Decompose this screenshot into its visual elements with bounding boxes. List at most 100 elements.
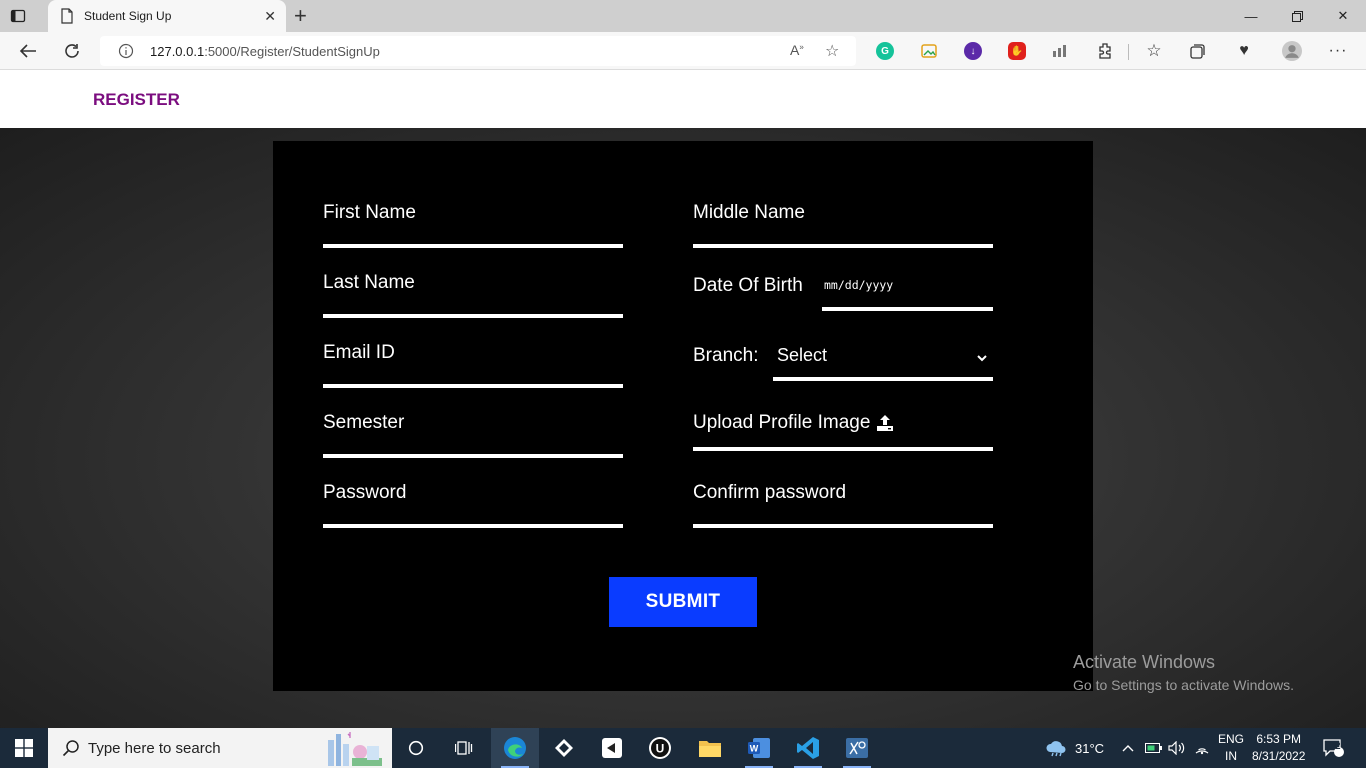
inkscape-icon[interactable] (540, 728, 588, 768)
password-field[interactable]: Password (323, 482, 623, 528)
watermark-subtitle: Go to Settings to activate Windows. (1073, 677, 1294, 693)
input-underline (773, 377, 993, 381)
unity-hub-icon[interactable] (588, 728, 636, 768)
minimize-icon[interactable]: — (1228, 0, 1274, 32)
weather-icon (1044, 737, 1068, 760)
input-underline (323, 454, 623, 458)
read-aloud-icon[interactable]: A» (790, 42, 804, 58)
show-hidden-icons[interactable] (1122, 728, 1134, 768)
svg-text:W: W (750, 744, 759, 754)
tab-actions-icon[interactable] (10, 8, 26, 24)
upload-label: Upload Profile Image (693, 412, 871, 433)
semester-label: Semester (323, 412, 405, 433)
vscode-icon[interactable] (784, 728, 832, 768)
toolbar-divider (1128, 44, 1129, 60)
close-window-icon[interactable]: ✕ (1320, 0, 1366, 32)
search-icon (62, 739, 80, 762)
region-code: IN (1225, 749, 1237, 763)
stats-extension-icon[interactable] (1051, 41, 1071, 61)
branch-select[interactable]: Select (773, 343, 993, 381)
weather-widget[interactable]: 31°C (1044, 728, 1104, 768)
extensions-icon[interactable] (1095, 41, 1115, 61)
browser-essentials-icon[interactable]: ♥ (1234, 41, 1254, 61)
new-tab-icon[interactable]: + (294, 5, 307, 27)
search-placeholder: Type here to search (88, 740, 221, 757)
favorites-icon[interactable]: ☆ (1144, 41, 1164, 61)
email-field[interactable]: Email ID (323, 342, 623, 388)
wifi-icon[interactable] (1194, 728, 1210, 768)
input-underline (323, 314, 623, 318)
browser-toolbar: 127.0.0.1:5000/Register/StudentSignUp A»… (0, 32, 1366, 70)
weather-temperature: 31°C (1075, 740, 1105, 756)
browser-tab[interactable]: Student Sign Up ✕ (48, 0, 286, 32)
chevron-down-icon (977, 349, 987, 367)
volume-icon[interactable] (1168, 728, 1186, 768)
dob-placeholder: mm/dd/yyyy (824, 278, 894, 292)
notification-count: 2 (1335, 741, 1341, 752)
upload-profile-image-field[interactable]: Upload Profile Image (693, 412, 993, 451)
more-options-icon[interactable]: ··· (1328, 41, 1348, 61)
back-icon[interactable] (17, 40, 39, 62)
password-label: Password (323, 482, 407, 503)
grammarly-icon[interactable]: G (875, 41, 895, 61)
register-link[interactable]: REGISTER (93, 90, 180, 110)
notifications-icon[interactable]: 2 (1322, 728, 1344, 768)
language-code: ENG (1218, 732, 1245, 746)
language-indicator[interactable]: ENG IN (1218, 731, 1244, 765)
upload-icon (876, 414, 894, 437)
middle-name-field[interactable]: Middle Name (693, 202, 993, 248)
last-name-label: Last Name (323, 272, 415, 293)
input-underline (323, 524, 623, 528)
site-info-icon[interactable] (118, 43, 134, 64)
favorite-add-icon[interactable]: ☆ (825, 41, 839, 61)
branch-selected-value: Select (777, 345, 828, 365)
svg-text:U: U (656, 742, 665, 756)
image-extension-icon[interactable] (919, 41, 939, 61)
branch-label: Branch: (693, 345, 759, 366)
adblock-icon[interactable]: ✋ (1007, 41, 1027, 61)
collections-icon[interactable] (1188, 41, 1208, 61)
input-underline (693, 244, 993, 248)
url-path: :5000/Register/StudentSignUp (204, 44, 380, 59)
browser-tab-bar: Student Sign Up ✕ + — ✕ (0, 0, 1366, 32)
edge-browser-icon[interactable] (491, 728, 539, 768)
input-underline (323, 384, 623, 388)
tab-close-icon[interactable]: ✕ (264, 8, 276, 24)
input-underline (693, 447, 993, 451)
snipping-tool-icon[interactable] (833, 728, 881, 768)
word-icon[interactable]: W (735, 728, 783, 768)
confirm-password-label: Confirm password (693, 482, 847, 503)
confirm-password-field[interactable]: Confirm password (693, 482, 993, 528)
tab-title: Student Sign Up (84, 9, 172, 23)
restore-icon[interactable] (1274, 0, 1320, 32)
address-bar[interactable]: 127.0.0.1:5000/Register/StudentSignUp A»… (100, 36, 856, 66)
profile-avatar[interactable] (1282, 41, 1302, 61)
file-explorer-icon[interactable] (686, 728, 734, 768)
taskbar-search-box[interactable]: Type here to search (48, 728, 392, 768)
url-host: 127.0.0.1 (150, 44, 205, 59)
first-name-field[interactable]: First Name (323, 202, 623, 248)
semester-field[interactable]: Semester (323, 412, 623, 458)
windows-start-icon[interactable] (0, 728, 48, 768)
url-text: 127.0.0.1:5000/Register/StudentSignUp (150, 44, 380, 59)
windows-taskbar: Type here to search U W 31°C ENG IN 6:53… (0, 728, 1366, 768)
task-view-icon[interactable] (440, 728, 488, 768)
taskbar-clock[interactable]: 6:53 PM 8/31/2022 (1252, 731, 1305, 765)
clock-date: 8/31/2022 (1252, 749, 1306, 763)
dob-input[interactable]: mm/dd/yyyy (822, 276, 993, 311)
cortana-icon[interactable] (392, 728, 440, 768)
submit-button[interactable]: SUBMIT (609, 577, 757, 627)
refresh-icon[interactable] (61, 40, 83, 62)
input-underline (822, 307, 993, 311)
download-extension-icon[interactable]: ↓ (963, 41, 983, 61)
page-icon (60, 8, 74, 29)
first-name-label: First Name (323, 202, 416, 223)
battery-icon[interactable] (1145, 728, 1163, 768)
site-header: REGISTER (0, 70, 1366, 128)
input-underline (693, 524, 993, 528)
search-highlight-illustration (312, 728, 392, 768)
last-name-field[interactable]: Last Name (323, 272, 623, 318)
email-label: Email ID (323, 342, 395, 363)
unreal-engine-icon[interactable]: U (636, 728, 684, 768)
window-controls: — ✕ (1228, 0, 1366, 32)
